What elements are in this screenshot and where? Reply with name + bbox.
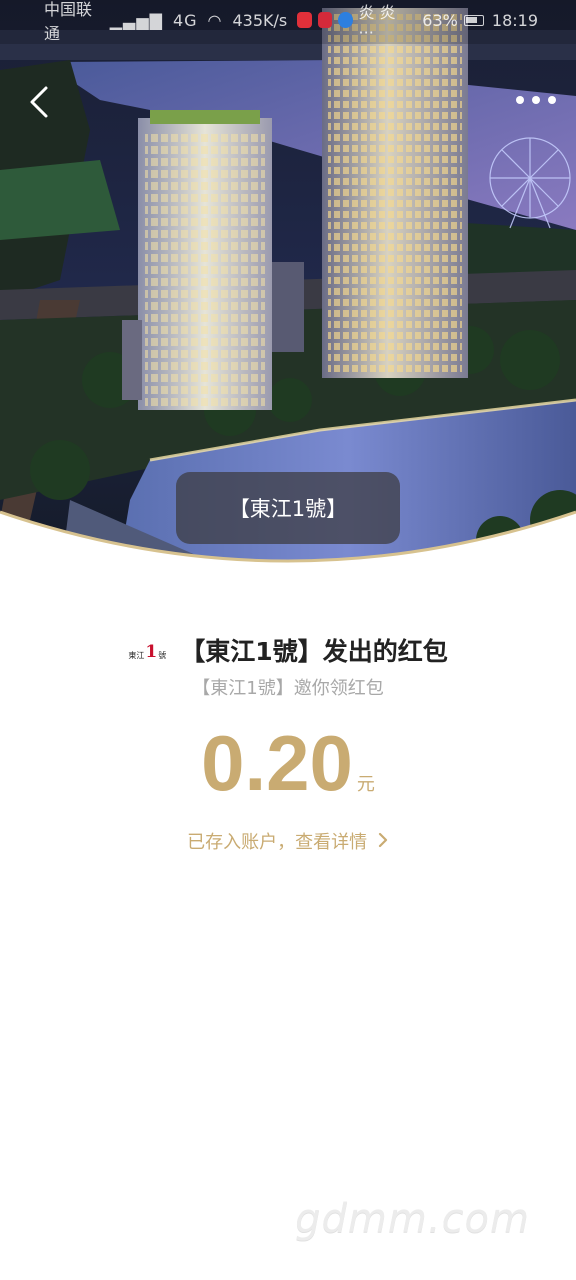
logo-text-number: 1 [145, 642, 158, 662]
carrier-label: 中国联通 [44, 0, 93, 43]
app-notification-icon [317, 12, 333, 28]
app-notification-icon [297, 12, 312, 28]
hero-banner: 中国联通 ▁▃▅▇ 4G ◠ 435K/s 炎 炎 ··· 63% 18:19 … [0, 0, 576, 580]
sender-subtitle: 【東江1號】邀你领红包 [192, 678, 384, 699]
battery-icon [463, 14, 484, 26]
amount-value: 0.20 [201, 719, 353, 807]
hero-caption: 【東江1號】 [176, 472, 400, 544]
watermark: gdmm.com [295, 1196, 530, 1242]
net-speed: 435K/s [232, 10, 288, 30]
view-details-link[interactable]: 已存入账户，查看详情 [0, 828, 576, 854]
network-label: 4G [172, 10, 198, 30]
signal-icon: ▁▃▅▇ [109, 10, 163, 30]
logo-text-right: 號 [158, 651, 167, 660]
status-bar: 中国联通 ▁▃▅▇ 4G ◠ 435K/s 炎 炎 ··· 63% 18:19 [0, 0, 576, 43]
wifi-icon: ◠ [207, 10, 223, 30]
sender-row: 東江 1 號 【東江1號】发出的红包 [0, 628, 576, 672]
logo-text-left: 東江 [128, 651, 145, 660]
amount-row: 0.20 元 [0, 724, 576, 802]
more-dots-icon [548, 96, 556, 104]
chevron-left-icon [30, 86, 48, 118]
view-details-label: 已存入账户，查看详情 [187, 832, 368, 853]
amount-unit: 元 [356, 774, 375, 795]
app-notification-icon [338, 12, 353, 28]
sender-title: 【東江1號】发出的红包 [180, 637, 448, 666]
clock: 18:19 [491, 10, 538, 30]
back-button[interactable] [22, 82, 58, 122]
more-options-button[interactable] [516, 88, 556, 112]
more-dots-icon [532, 96, 540, 104]
battery-percent: 63% [422, 10, 458, 30]
sender-logo: 東江 1 號 [128, 639, 166, 661]
status-misc: 炎 炎 ··· [358, 2, 396, 42]
chevron-right-icon [377, 832, 389, 853]
more-dots-icon [516, 96, 524, 104]
